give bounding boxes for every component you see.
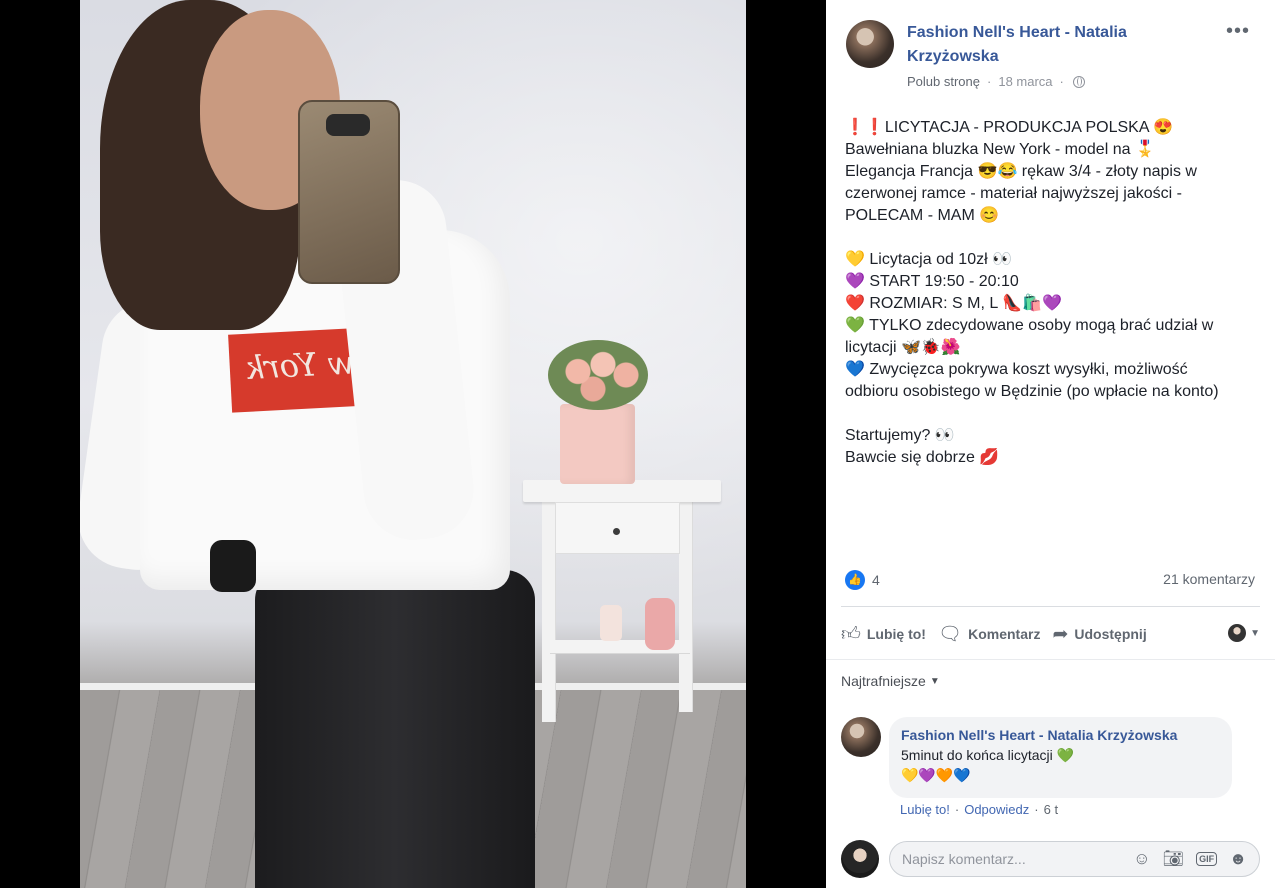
comment-emojis: 💛💜🧡💙 — [901, 767, 971, 783]
divider — [826, 659, 1275, 660]
candle — [600, 605, 622, 641]
comment-sort-dropdown[interactable]: Najtrafniejsze ▼ — [841, 673, 940, 689]
post-line: 💛 Licytacja od 10zł 👀 — [845, 251, 1013, 268]
post-sidebar: Fashion Nell's Heart - Natalia Krzyżowsk… — [826, 0, 1275, 888]
post-line: licytacji 🦋🐞🌺 — [845, 339, 961, 356]
post-line: 💚 TYLKO zdecydowane osoby mogą brać udzi… — [845, 317, 1214, 334]
composer-tools: ☺ 📷︎ GIF ☻ — [1121, 850, 1247, 868]
post-line: 💜 START 19:50 - 20:10 — [845, 273, 1019, 290]
action-bar: 👍︎ Lubię to! 🗨︎ Komentarz ➦ Udostępnij ▼ — [841, 615, 1260, 653]
comment-reply-link[interactable]: Odpowiedz — [964, 802, 1029, 817]
flower-box — [560, 404, 635, 484]
post-line: ❤️ ROZMIAR: S M, L 👠🛍️💜 — [845, 295, 1062, 312]
post-text: ❗❗LICYTACJA - PRODUKCJA POLSKA 😍 Bawełni… — [845, 117, 1265, 469]
post-line: POLECAM - MAM 😊 — [845, 207, 1000, 224]
post-author-link[interactable]: Fashion Nell's Heart - Natalia Krzyżowsk… — [907, 21, 1207, 69]
separator-dot: · — [954, 802, 960, 817]
photo-viewer: New York — [0, 0, 826, 888]
thumbs-up-icon: 👍︎ — [841, 623, 861, 645]
post-meta: Polub stronę · 18 marca · — [907, 74, 1085, 89]
smiley-icon[interactable]: ☺ — [1133, 850, 1150, 868]
speech-bubble-icon: 🗨︎ — [937, 624, 963, 645]
sticker-icon[interactable]: ☻ — [1229, 850, 1247, 868]
like-reaction-icon[interactable]: 👍 — [845, 570, 865, 590]
post-line: Elegancja Francja 😎😂 rękaw 3/4 - złoty n… — [845, 163, 1197, 180]
comment-text: 5minut do końca licytacji 💚 — [901, 747, 1075, 763]
current-user-avatar — [841, 840, 879, 878]
wristwatch — [210, 540, 256, 592]
separator-dot: · — [987, 74, 992, 89]
comment-time[interactable]: 6 t — [1044, 802, 1058, 817]
chevron-down-icon: ▼ — [1250, 627, 1260, 639]
comment-bubble: Fashion Nell's Heart - Natalia Krzyżowsk… — [889, 717, 1232, 798]
separator-dot: · — [1059, 74, 1064, 89]
gif-icon[interactable]: GIF — [1196, 852, 1218, 866]
comment-author-link[interactable]: Fashion Nell's Heart - Natalia Krzyżowsk… — [901, 727, 1177, 743]
comment-count-link[interactable]: 21 komentarzy — [1163, 571, 1255, 587]
comment-composer[interactable]: ☺ 📷︎ GIF ☻ — [889, 841, 1260, 877]
reaction-count[interactable]: 4 — [872, 572, 880, 588]
follow-page-link[interactable]: Polub stronę — [907, 74, 980, 89]
page-avatar[interactable] — [846, 20, 894, 68]
comment-input[interactable] — [902, 851, 1122, 867]
tulip-bouquet — [548, 340, 648, 410]
comment-author-avatar[interactable] — [841, 717, 881, 757]
globe-icon[interactable] — [1072, 75, 1085, 88]
drawer-knob — [613, 528, 620, 535]
post-date[interactable]: 18 marca — [998, 74, 1052, 89]
audience-selector[interactable]: ▼ — [1228, 624, 1260, 642]
camera-icon[interactable]: 📷︎ — [1163, 850, 1185, 868]
post-line: 💙 Zwycięzca pokrywa koszt wysyłki, możli… — [845, 361, 1188, 378]
like-label: Lubię to! — [866, 626, 926, 642]
share-label: Udostępnij — [1074, 626, 1147, 642]
post-line: Bawełniana bluzka New York - model na 🎖️ — [845, 141, 1155, 158]
post-line: odbioru osobistego w Będzinie (po wpłaci… — [845, 383, 1219, 400]
comment-label: Komentarz — [968, 626, 1041, 642]
comment-like-link[interactable]: Lubię to! — [900, 802, 950, 817]
post-line: ❗❗LICYTACJA - PRODUKCJA POLSKA 😍 — [845, 119, 1173, 136]
phone-camera — [326, 114, 370, 136]
post-line: Bawcie się dobrze 💋 — [845, 449, 1000, 466]
comment-actions: Lubię to! · Odpowiedz · 6 t — [900, 802, 1058, 817]
post-photo[interactable]: New York — [80, 0, 746, 888]
share-arrow-icon: ➦ — [1052, 623, 1069, 645]
pink-vase — [645, 598, 675, 650]
black-pants — [255, 570, 535, 888]
post-line: Startujemy? 👀 — [845, 427, 955, 444]
more-dots-icon[interactable]: ••• — [1226, 21, 1250, 41]
like-button[interactable]: 👍︎ Lubię to! — [841, 623, 926, 646]
comment-button[interactable]: 🗨︎ Komentarz — [938, 622, 1040, 646]
reaction-bar: 👍 4 21 komentarzy — [845, 569, 1255, 591]
sort-label: Najtrafniejsze — [841, 673, 926, 689]
divider — [841, 606, 1260, 607]
post-line: czerwonej ramce - materiał najwyższej ja… — [845, 185, 1182, 202]
share-button[interactable]: ➦ Udostępnij — [1052, 623, 1146, 646]
chevron-down-icon: ▼ — [929, 675, 940, 687]
user-mini-avatar — [1228, 624, 1247, 642]
separator-dot: · — [1034, 802, 1039, 817]
table-leg — [679, 502, 693, 712]
table-leg — [542, 502, 556, 722]
